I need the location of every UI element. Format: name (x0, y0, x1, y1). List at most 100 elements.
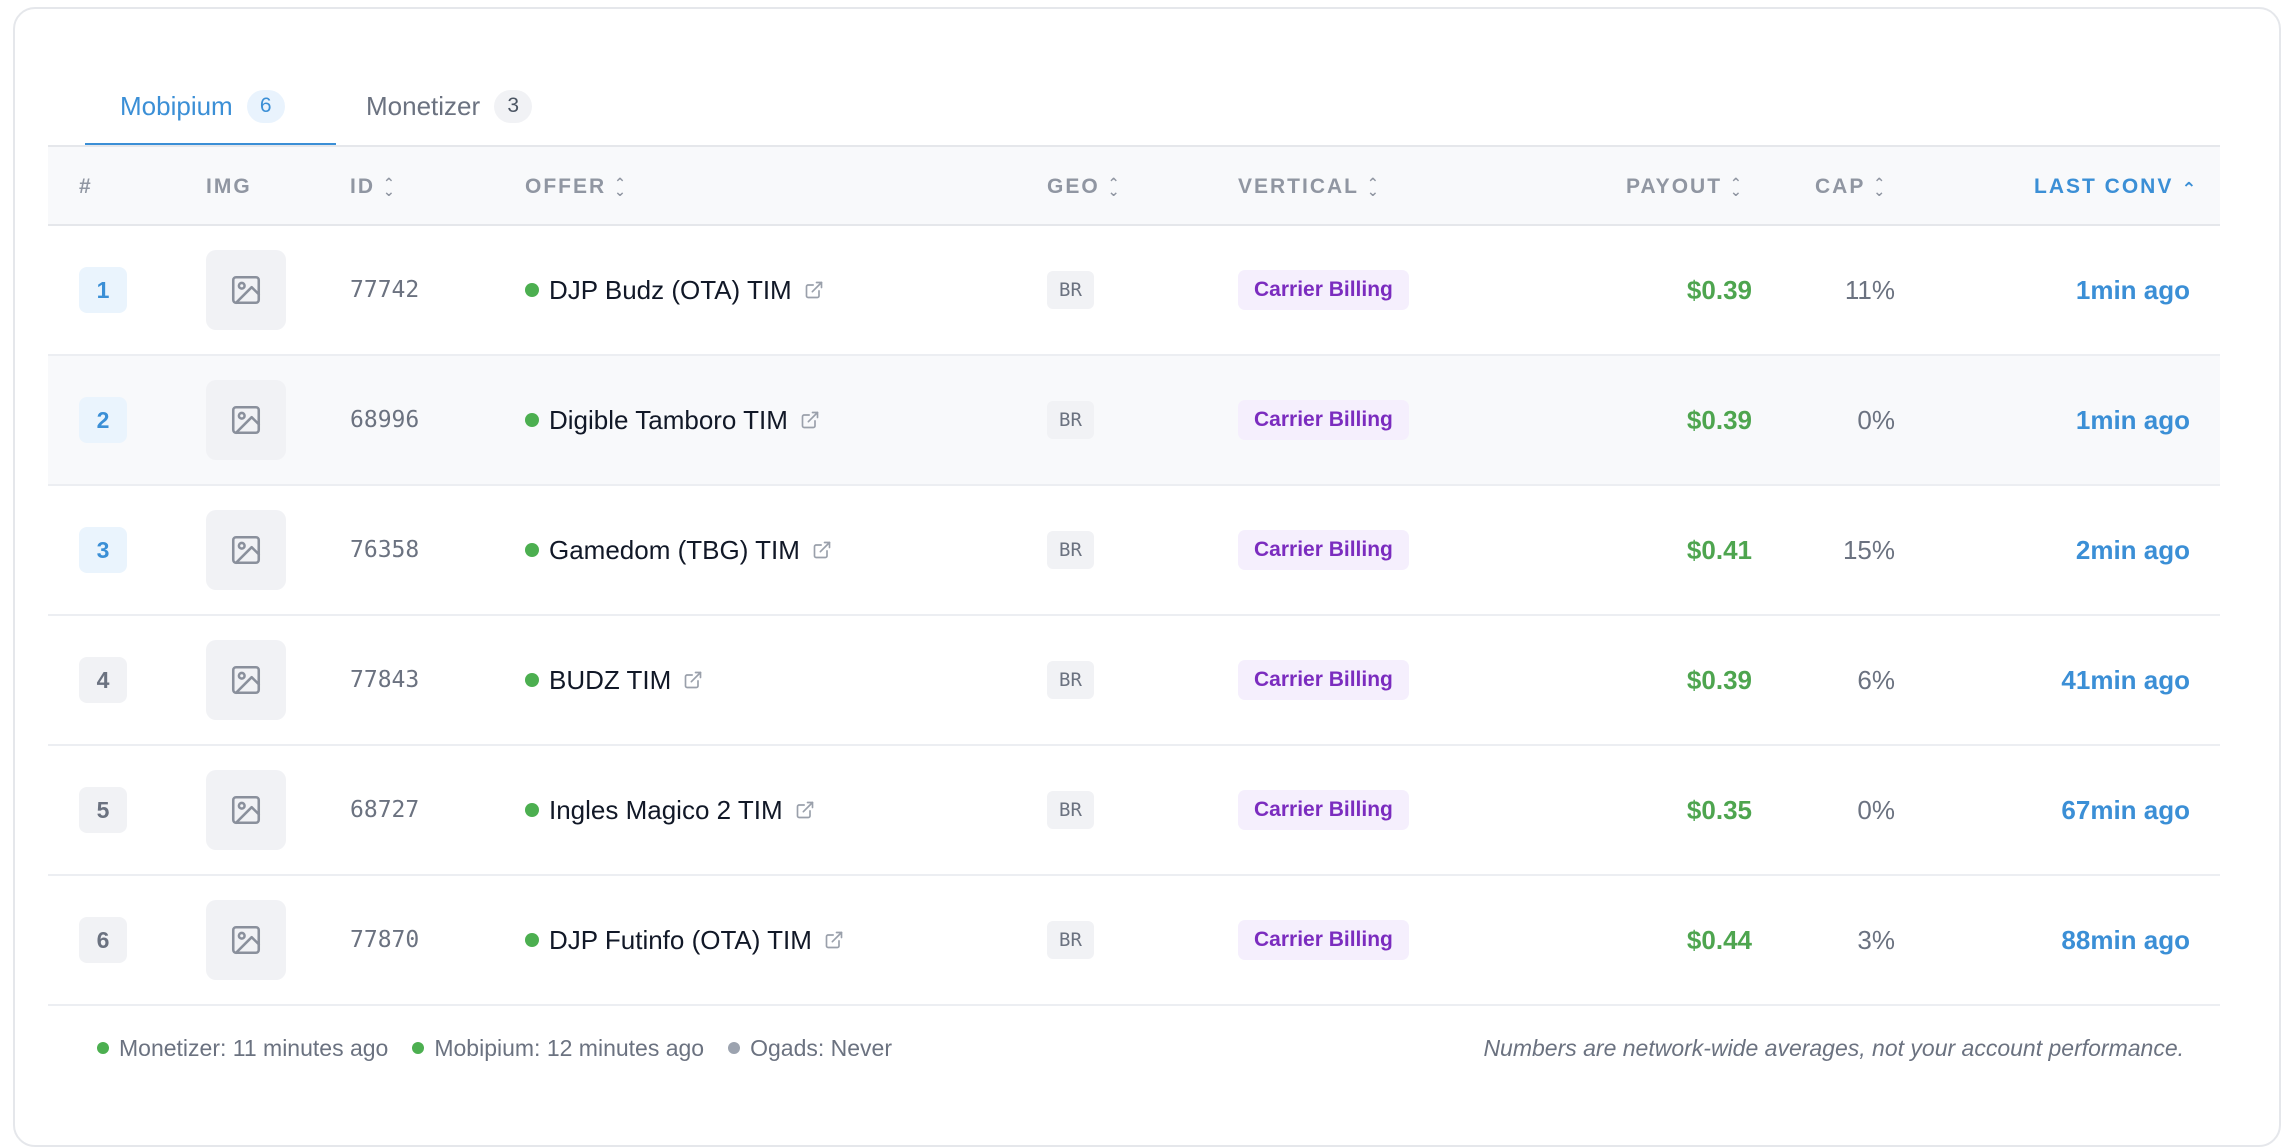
geo-cell: BR (1047, 746, 1094, 874)
last-conversion-time: 1min ago (2075, 404, 2190, 435)
geo-badge: BR (1047, 921, 1094, 959)
image-placeholder-icon (206, 640, 286, 720)
sort-chevrons-icon: ⌃ ⌄ (383, 174, 397, 199)
last-conversion-time: 67min ago (2061, 794, 2190, 825)
payout-cell: $0.41 (1548, 486, 1752, 614)
table-row[interactable]: 6 77870 DJP Futinfo (OTA) TIM BR Carrier… (48, 876, 2220, 1006)
img-cell (206, 356, 286, 484)
payout-cell: $0.35 (1548, 746, 1752, 874)
geo-cell: BR (1047, 486, 1094, 614)
vertical-badge: Carrier Billing (1238, 400, 1409, 440)
tab-count-badge: 3 (494, 89, 533, 123)
tab-monetizer[interactable]: Monetizer 3 (366, 66, 566, 146)
offer-name: DJP Futinfo (OTA) TIM (549, 924, 812, 955)
id-cell: 68996 (350, 356, 419, 484)
column-label: CAP (1815, 174, 1866, 198)
geo-cell: BR (1047, 876, 1094, 1004)
table-row[interactable]: 3 76358 Gamedom (TBG) TIM BR Carrier Bil… (48, 486, 2220, 616)
image-placeholder-icon (206, 250, 286, 330)
external-link-icon[interactable] (812, 540, 832, 560)
cap-value: 0% (1857, 404, 1895, 435)
cap-value: 3% (1857, 924, 1895, 955)
geo-cell: BR (1047, 616, 1094, 744)
column-header-offer[interactable]: OFFER ⌃ ⌄ (525, 147, 628, 226)
payout-cell: $0.39 (1548, 356, 1752, 484)
last-conv-cell: 1min ago (1928, 226, 2190, 354)
table-row[interactable]: 2 68996 Digible Tamboro TIM BR Carrier B… (48, 356, 2220, 486)
vertical-cell: Carrier Billing (1238, 356, 1409, 484)
column-header-vertical[interactable]: VERTICAL ⌃ ⌄ (1238, 147, 1381, 226)
sort-chevrons-icon: ⌃ ⌄ (614, 174, 628, 199)
payout-value: $0.39 (1686, 664, 1752, 695)
image-placeholder-icon (206, 380, 286, 460)
offer-id: 77742 (350, 277, 420, 303)
external-link-icon[interactable] (795, 800, 815, 820)
payout-cell: $0.39 (1548, 616, 1752, 744)
status-dot (525, 543, 539, 557)
external-link-icon[interactable] (683, 670, 703, 690)
rank-cell: 4 (79, 616, 127, 744)
geo-badge: BR (1047, 271, 1094, 309)
sort-ascending-icon: ⌃ (2181, 178, 2199, 199)
vertical-badge: Carrier Billing (1238, 920, 1409, 960)
cap-value: 15% (1842, 534, 1895, 565)
vertical-badge: Carrier Billing (1238, 790, 1409, 830)
column-label: ID (350, 174, 375, 198)
offer-cell: Digible Tamboro TIM (525, 356, 820, 484)
vertical-badge: Carrier Billing (1238, 530, 1409, 570)
img-cell (206, 876, 286, 1004)
vertical-cell: Carrier Billing (1238, 616, 1409, 744)
column-header-geo[interactable]: GEO ⌃ ⌄ (1047, 147, 1121, 226)
source-status-text: Monetizer: 11 minutes ago (119, 1034, 389, 1061)
table-footer: Monetizer: 11 minutes ago Mobipium: 12 mi… (48, 1006, 2220, 1090)
source-status: Ogads: Never (728, 1035, 892, 1062)
source-status-text: Ogads: Never (750, 1034, 893, 1061)
column-label: VERTICAL (1238, 174, 1359, 198)
rank-cell: 3 (79, 486, 127, 614)
table-header: # IMG ID ⌃ ⌄ OFFER ⌃ ⌄ GEO ⌃ ⌄ VERTICAL ⌃ ⌄ … (48, 145, 2220, 226)
column-header-img: IMG (206, 147, 252, 226)
column-header-rank: # (79, 147, 93, 226)
rank-badge: 6 (79, 917, 127, 963)
status-dot (525, 673, 539, 687)
cap-cell: 15% (1768, 486, 1895, 614)
id-cell: 77742 (350, 226, 419, 354)
table-row[interactable]: 4 77843 BUDZ TIM BR Carrier Billing $0.3… (48, 616, 2220, 746)
source-status-list: Monetizer: 11 minutes ago Mobipium: 12 mi… (48, 1035, 916, 1062)
payout-value: $0.35 (1686, 794, 1752, 825)
offer-cell: Ingles Magico 2 TIM (525, 746, 815, 874)
table-row[interactable]: 1 77742 DJP Budz (OTA) TIM BR Carrier Bi… (48, 226, 2220, 356)
offer-cell: DJP Budz (OTA) TIM (525, 226, 824, 354)
column-label: # (79, 174, 93, 198)
column-header-payout[interactable]: PAYOUT ⌃ ⌄ (1626, 147, 1744, 226)
source-status: Mobipium: 12 minutes ago (412, 1035, 704, 1062)
column-header-cap[interactable]: CAP ⌃ ⌄ (1815, 147, 1887, 226)
vertical-cell: Carrier Billing (1238, 876, 1409, 1004)
last-conversion-time: 88min ago (2061, 924, 2190, 955)
geo-cell: BR (1047, 226, 1094, 354)
sort-chevrons-icon: ⌃ ⌄ (1730, 174, 1744, 199)
id-cell: 77843 (350, 616, 419, 744)
column-label: GEO (1047, 174, 1100, 198)
geo-badge: BR (1047, 791, 1094, 829)
offer-name: Digible Tamboro TIM (549, 404, 788, 435)
column-header-id[interactable]: ID ⌃ ⌄ (350, 147, 397, 226)
external-link-icon[interactable] (800, 410, 820, 430)
column-label: PAYOUT (1626, 174, 1723, 198)
offer-id: 77843 (350, 667, 420, 693)
offers-table: # IMG ID ⌃ ⌄ OFFER ⌃ ⌄ GEO ⌃ ⌄ VERTICAL ⌃ ⌄ … (48, 145, 2220, 1006)
tab-count-badge: 6 (246, 89, 285, 123)
external-link-icon[interactable] (824, 930, 844, 950)
status-dot (525, 803, 539, 817)
last-conv-cell: 41min ago (1928, 616, 2190, 744)
sort-chevrons-icon: ⌃ ⌄ (1107, 174, 1122, 199)
image-placeholder-icon (206, 510, 286, 590)
external-link-icon[interactable] (804, 280, 824, 300)
payout-value: $0.44 (1686, 924, 1752, 955)
tab-mobipium[interactable]: Mobipium 6 (85, 66, 336, 147)
offer-cell: Gamedom (TBG) TIM (525, 486, 832, 614)
offer-cell: BUDZ TIM (525, 616, 703, 744)
column-header-last-conv[interactable]: LAST CONV ⌃ (2034, 147, 2198, 226)
rank-cell: 2 (79, 356, 127, 484)
table-row[interactable]: 5 68727 Ingles Magico 2 TIM BR Carrier B… (48, 746, 2220, 876)
